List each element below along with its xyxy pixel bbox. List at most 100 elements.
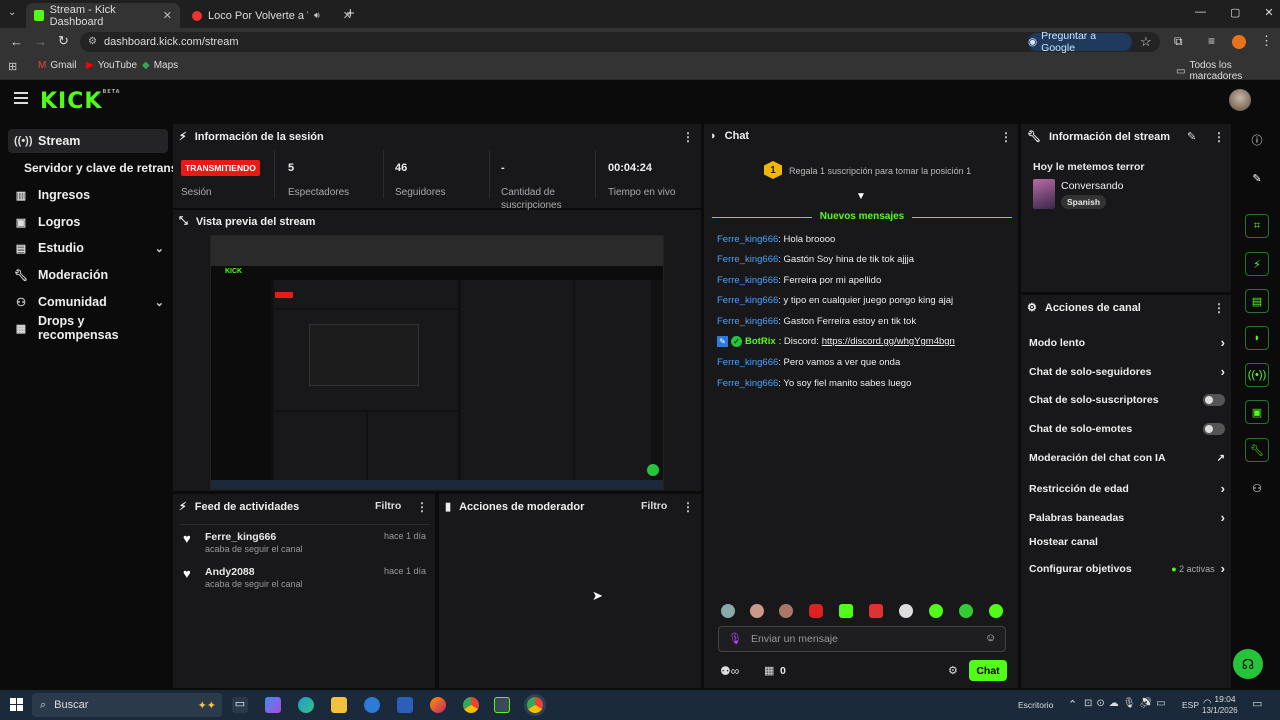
action-followers-only[interactable]: Chat de solo-seguidores › <box>1029 364 1225 379</box>
gift-subscription-prompt[interactable]: Regala 1 suscripción para tomar la posic… <box>789 166 971 176</box>
media-control-icon[interactable]: ≡ <box>1208 34 1215 48</box>
feed-user[interactable]: Ferre_king666 <box>205 531 276 543</box>
session-menu-icon[interactable]: ⋮ <box>682 130 694 144</box>
chat-username[interactable]: Ferre_king666 <box>717 378 778 389</box>
category-thumbnail[interactable] <box>1033 179 1055 209</box>
user-avatar[interactable] <box>1229 89 1251 111</box>
apps-grid-icon[interactable]: ⊞ <box>8 60 17 73</box>
clock[interactable]: 19:04 <box>1212 694 1238 705</box>
bookmark-gmail[interactable]: M Gmail <box>38 60 76 71</box>
lightning-icon[interactable]: ⚡︎ <box>1245 252 1269 276</box>
profile-avatar[interactable] <box>1232 35 1246 49</box>
chat-username[interactable]: Ferre_king666 <box>717 254 778 265</box>
kick-logo[interactable]: KICKBETA <box>40 89 121 114</box>
emote-icon[interactable] <box>839 604 853 618</box>
streaming-app-icon[interactable] <box>494 697 510 713</box>
broadcast-icon[interactable]: ((•)) <box>1245 363 1269 387</box>
capture-icon[interactable]: ⌗ <box>1245 214 1269 238</box>
copilot-icon[interactable] <box>265 697 281 713</box>
send-chat-button[interactable]: Chat <box>969 660 1007 681</box>
document-icon[interactable]: ▤ <box>1245 289 1269 313</box>
mod-filter-button[interactable]: Filtro <box>641 500 667 512</box>
back-arrow-icon[interactable]: ← <box>10 34 23 49</box>
sidebar-item-comunidad[interactable]: ⚇ Comunidad ⌄ <box>8 290 168 314</box>
support-headset-icon[interactable]: ☊ <box>1233 649 1263 679</box>
emotes-only-toggle[interactable] <box>1203 423 1225 435</box>
tab-youtube-song[interactable]: Loco Por Volverte a Ver - Yo 🔊︎ ✕ <box>184 3 360 28</box>
taskbar-search[interactable]: ⌕ Buscar ✦✦ <box>32 693 222 717</box>
settings-gear-icon[interactable]: ⚙︎ <box>948 664 958 677</box>
action-banned-words[interactable]: Palabras baneadas › <box>1029 510 1225 525</box>
sidebar-item-stream[interactable]: ((•)) Stream <box>8 129 168 153</box>
edit-pencil-icon[interactable]: ✎ <box>1187 130 1196 143</box>
channel-actions-menu-icon[interactable]: ⋮ <box>1213 301 1225 315</box>
ask-google-button[interactable]: ◉ Preguntar a Google <box>1028 30 1132 54</box>
emote-icon[interactable] <box>899 604 913 618</box>
action-host-channel[interactable]: Hostear canal <box>1029 536 1225 548</box>
pinned-expand-icon[interactable]: ▼ <box>856 191 866 202</box>
stream-preview-video[interactable]: KICK <box>210 235 664 490</box>
maximize-button[interactable]: ▢ <box>1230 6 1240 19</box>
chat-username[interactable]: Ferre_king666 <box>717 316 778 327</box>
emote-icon[interactable] <box>750 604 764 618</box>
site-info-icon[interactable]: ⚙︎ <box>88 36 97 47</box>
task-view-icon[interactable]: ▭ <box>232 697 248 713</box>
chrome-icon[interactable] <box>463 697 479 713</box>
hamburger-menu-icon[interactable] <box>14 92 28 104</box>
action-slow-mode[interactable]: Modo lento › <box>1029 335 1225 350</box>
sidebar-item-drops[interactable]: ▦ Drops y recompensas <box>8 314 168 342</box>
tray-chevron-icon[interactable]: ⌃ <box>1068 698 1077 711</box>
action-age-restriction[interactable]: Restricción de edad › <box>1029 481 1225 496</box>
users-icon[interactable]: ⚉∞ <box>720 664 739 678</box>
extensions-icon[interactable]: ⧉ <box>1174 34 1183 49</box>
new-tab-button[interactable]: + <box>346 5 355 22</box>
server-icon[interactable]: ▣ <box>1245 400 1269 424</box>
bookmark-star-icon[interactable]: ☆ <box>1140 34 1152 50</box>
emote-icon[interactable] <box>721 604 735 618</box>
bookmark-youtube[interactable]: ▶ YouTube <box>86 60 137 71</box>
emote-icon[interactable] <box>809 604 823 618</box>
sidebar-item-ingresos[interactable]: ▥ Ingresos <box>8 183 168 207</box>
message-icon[interactable]: ◗ <box>1245 326 1269 350</box>
notifications-icon[interactable]: ▭ <box>1252 697 1262 710</box>
minimize-button[interactable]: — <box>1195 6 1206 19</box>
chat-link[interactable]: https://discord.gg/whgYgm4bgn <box>822 336 955 347</box>
emote-icon[interactable] <box>929 604 943 618</box>
edit-icon[interactable]: ✎ <box>1245 166 1269 190</box>
chat-username[interactable]: Ferre_king666 <box>717 357 778 368</box>
forward-arrow-icon[interactable]: → <box>34 34 47 49</box>
chrome-active-icon[interactable] <box>527 697 543 713</box>
word-icon[interactable] <box>397 697 413 713</box>
feed-menu-icon[interactable]: ⋮ <box>416 500 428 514</box>
chat-username[interactable]: Ferre_king666 <box>717 275 778 286</box>
info-icon[interactable]: ⓘ <box>1245 128 1269 152</box>
chat-username[interactable]: BotRix <box>745 336 776 347</box>
emote-icon[interactable] <box>869 604 883 618</box>
windows-start-icon[interactable] <box>10 698 23 711</box>
sidebar-item-server-key[interactable]: Servidor y clave de retransm <box>18 156 174 180</box>
emote-icon[interactable] <box>989 604 1003 618</box>
sidebar-item-estudio[interactable]: ▤ Estudio ⌄ <box>8 236 168 260</box>
sidebar-item-moderacion[interactable]: 🔧︎ Moderación <box>8 263 168 287</box>
plugin-icon[interactable]: ⚇ <box>1245 476 1269 500</box>
feed-filter-button[interactable]: Filtro <box>375 500 401 512</box>
desktop-label[interactable]: Escritorio <box>1018 700 1053 710</box>
sidebar-item-logros[interactable]: ▣ Logros <box>8 210 168 234</box>
chat-username[interactable]: Ferre_king666 <box>717 295 778 306</box>
file-explorer-icon[interactable] <box>331 697 347 713</box>
reload-icon[interactable]: ↻ <box>58 33 69 49</box>
chat-menu-icon[interactable]: ⋮ <box>1000 130 1012 144</box>
edge-icon[interactable] <box>298 697 314 713</box>
close-tab-icon[interactable]: ✕ <box>163 9 172 22</box>
tray-icons[interactable]: ⊡⊙☁🎙︎🔊︎▭ <box>1084 698 1170 709</box>
mod-menu-icon[interactable]: ⋮ <box>682 500 694 514</box>
microphone-icon[interactable]: 🎙︎ <box>728 632 742 645</box>
tab-kick-dashboard[interactable]: Stream - Kick Dashboard ✕ <box>26 3 180 28</box>
audio-playing-icon[interactable]: 🔊︎ <box>314 10 320 21</box>
subscribers-only-toggle[interactable] <box>1203 394 1225 406</box>
address-bar[interactable]: dashboard.kick.com/stream <box>80 32 1160 52</box>
stream-info-menu-icon[interactable]: ⋮ <box>1213 130 1225 144</box>
emote-icon[interactable] <box>959 604 973 618</box>
emote-icon[interactable] <box>779 604 793 618</box>
wrench-icon[interactable]: 🔧︎ <box>1245 438 1269 462</box>
